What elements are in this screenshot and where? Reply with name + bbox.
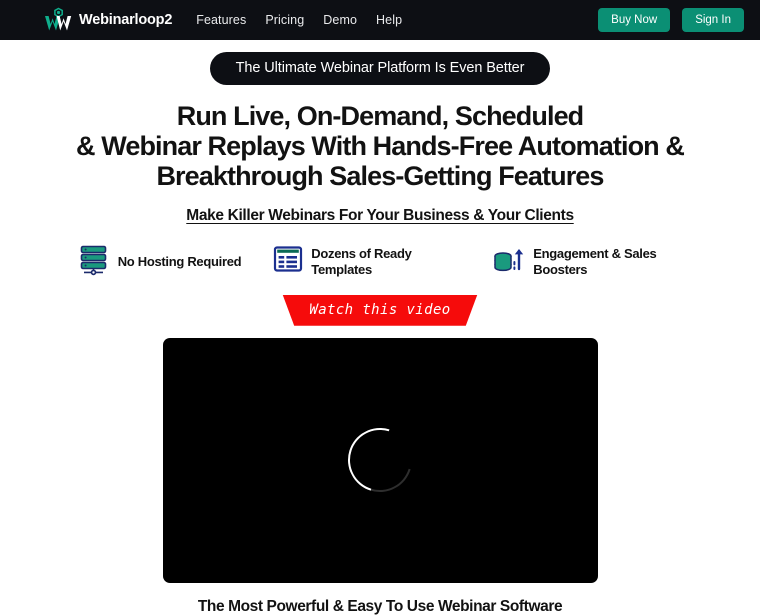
- video-container: [0, 337, 760, 583]
- loading-spinner-icon: [336, 416, 424, 504]
- headline-line-1: Run Live, On-Demand, Scheduled: [176, 101, 584, 131]
- template-window-icon: [273, 244, 303, 279]
- feature-item-no-hosting: No Hosting Required: [77, 243, 242, 281]
- video-player[interactable]: [162, 337, 598, 583]
- headline-line-2: & Webinar Replays With Hands-Free Automa…: [76, 131, 685, 162]
- nav-item-help[interactable]: Help: [376, 13, 402, 27]
- buy-now-button[interactable]: Buy Now: [598, 8, 671, 32]
- database-growth-arrow-icon: [493, 243, 525, 280]
- page-title: Run Live, On-Demand, Scheduled & Webinar…: [0, 101, 760, 192]
- server-rack-icon: [77, 243, 110, 281]
- hero-subheadline: Make Killer Webinars For Your Business &…: [186, 206, 574, 224]
- nav-item-demo[interactable]: Demo: [323, 13, 357, 27]
- feature-label-boosters: Engagement & Sales Boosters: [533, 245, 657, 277]
- header-actions: Buy Now Sign In: [598, 8, 744, 32]
- feature-item-boosters: Engagement & Sales Boosters: [493, 243, 683, 280]
- feature-item-templates: Dozens of Ready Templates: [273, 244, 461, 279]
- feature-label-templates: Dozens of Ready Templates: [311, 245, 412, 277]
- nav-item-features[interactable]: Features: [196, 13, 246, 27]
- hero-badge: The Ultimate Webinar Platform Is Even Be…: [209, 52, 551, 85]
- headline-line-3: Breakthrough Sales-Getting Features: [156, 161, 604, 192]
- brand-name: Webinarloop2: [79, 12, 173, 28]
- nav-item-pricing[interactable]: Pricing: [265, 13, 304, 27]
- site-header: Webinarloop2 Features Pricing Demo Help …: [0, 0, 760, 40]
- brand-logo[interactable]: Webinarloop2: [44, 7, 172, 33]
- watch-video-ribbon: Watch this video: [282, 294, 478, 326]
- hero-tagline: The Most Powerful & Easy To Use Webinar …: [197, 597, 563, 615]
- webinarloop-w-logo-icon: [44, 7, 74, 33]
- hero-section: The Ultimate Webinar Platform Is Even Be…: [0, 40, 760, 616]
- sign-in-button[interactable]: Sign In: [682, 8, 744, 32]
- feature-label-no-hosting: No Hosting Required: [117, 253, 242, 269]
- main-nav: Features Pricing Demo Help: [196, 13, 402, 27]
- feature-list: No Hosting Required Dozens of Ready Temp…: [0, 243, 760, 281]
- ribbon-container: Watch this video: [0, 294, 760, 326]
